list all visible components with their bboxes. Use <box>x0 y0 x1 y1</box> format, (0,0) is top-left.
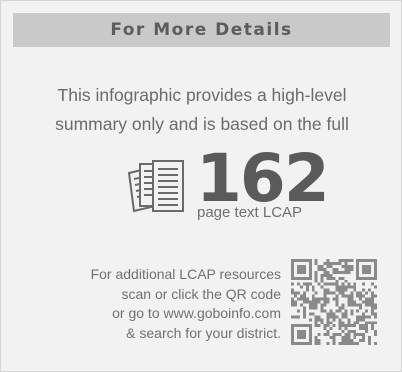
documents-icon <box>127 160 184 213</box>
section-header: For More Details <box>13 13 390 47</box>
intro-line-2: summary only and is based on the full <box>55 114 349 134</box>
resources-line-1: For additional LCAP resources <box>90 266 281 282</box>
intro-line-1: This infographic provides a high-level <box>57 85 347 105</box>
intro-text: This infographic provides a high-level s… <box>1 81 402 139</box>
section-title: For More Details <box>110 20 293 40</box>
resources-text: For additional LCAP resources scan or cl… <box>91 265 281 343</box>
details-panel: For More Details This infographic provid… <box>0 0 402 372</box>
page-count-caption: page text LCAP <box>197 204 303 221</box>
resources-line-2: scan or click the QR code <box>121 285 281 302</box>
resources-line-4: & search for your district. <box>126 324 281 341</box>
resources-line-3[interactable]: or go to www.goboinfo.com <box>91 304 281 324</box>
qr-code-icon[interactable] <box>290 259 378 345</box>
